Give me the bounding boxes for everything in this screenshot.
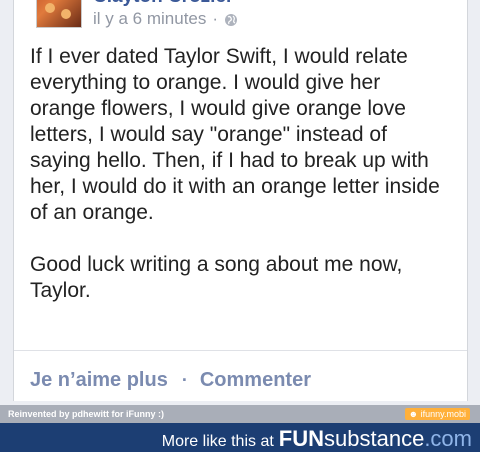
globe-icon bbox=[224, 12, 238, 26]
action-separator: · bbox=[181, 370, 188, 390]
unlike-button[interactable]: Je n’aime plus bbox=[30, 369, 168, 392]
watermark-credit: Reinvented by pdhewitt for iFunny :) bbox=[8, 409, 164, 419]
post-paragraph: If I ever dated Taylor Swift, I would re… bbox=[30, 45, 440, 224]
footer-brand-fun: FUN bbox=[278, 426, 325, 451]
divider bbox=[14, 350, 467, 351]
post-body: If I ever dated Taylor Swift, I would re… bbox=[30, 44, 450, 330]
watermark-bar: Reinvented by pdhewitt for iFunny :) ☻ i… bbox=[0, 405, 480, 423]
footer-banner[interactable]: More like this at FUN substance .com bbox=[0, 423, 480, 452]
post-meta: il y a 6 minutes · bbox=[93, 9, 238, 29]
footer-brand-tld: .com bbox=[424, 426, 472, 451]
avatar-detail bbox=[45, 3, 55, 13]
post-paragraph: Good luck writing a song about me now, T… bbox=[30, 253, 403, 302]
footer-text: More like this at FUN substance .com bbox=[162, 426, 472, 452]
footer-brand-substance: substance bbox=[324, 426, 425, 451]
comment-button[interactable]: Commenter bbox=[200, 369, 311, 392]
avatar-detail bbox=[61, 9, 71, 19]
meta-separator: · bbox=[212, 9, 219, 28]
post-timestamp[interactable]: il y a 6 minutes bbox=[93, 9, 206, 29]
post-actions: Je n’aime plus · Commenter bbox=[30, 369, 311, 392]
footer-more-text: More like this at bbox=[161, 433, 274, 450]
ifunny-badge[interactable]: ☻ ifunny.mobi bbox=[404, 408, 470, 420]
avatar[interactable] bbox=[36, 0, 82, 28]
post-card: Clayton Crozier il y a 6 minutes · If I … bbox=[13, 0, 468, 401]
author-name[interactable]: Clayton Crozier bbox=[93, 0, 233, 8]
